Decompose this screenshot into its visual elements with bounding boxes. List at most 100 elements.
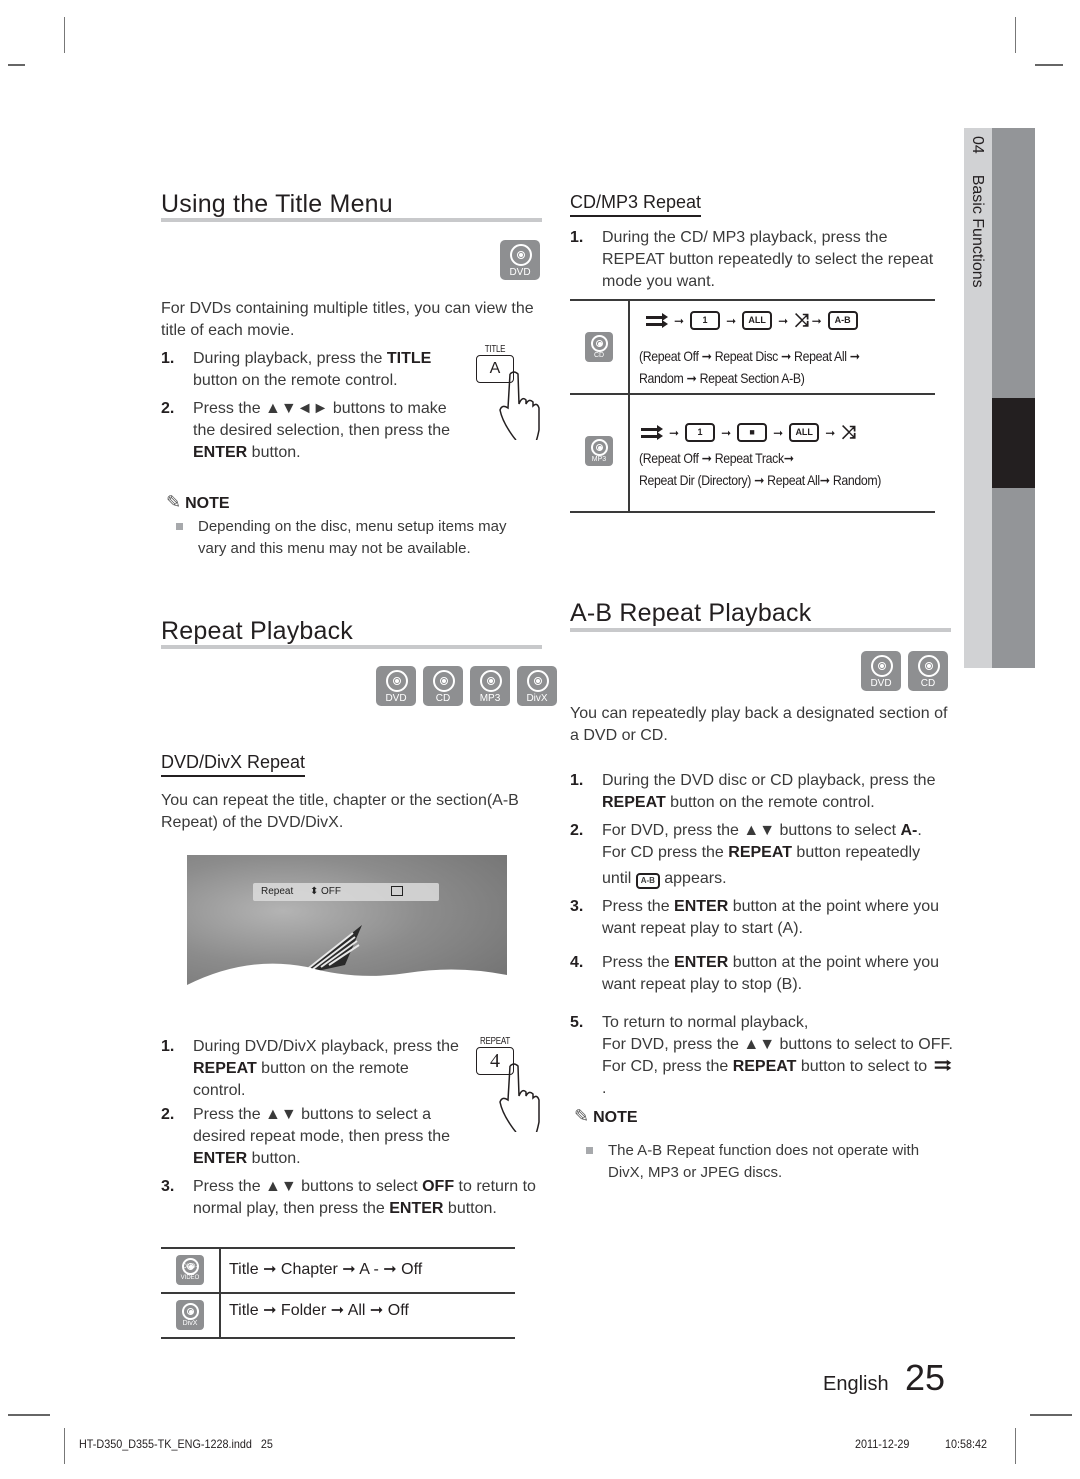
table-border	[570, 299, 935, 301]
repeat-ab-icon: A-B	[827, 311, 858, 330]
disc-badge-cd: CD	[908, 651, 948, 691]
crop-mark	[64, 1428, 65, 1464]
pencil-icon: ✎	[166, 492, 182, 512]
mp3-repeat-mode-icons: ➞ 1 ➞ ■ ➞ ALL ➞ ⤨	[641, 422, 856, 443]
disc-badge-divx: DivX	[517, 666, 557, 706]
note-heading: ✎ NOTE	[166, 492, 230, 512]
ab-step-4: 4. Press the ENTER button at the point w…	[570, 954, 940, 993]
osd-value: OFF	[321, 886, 341, 897]
cd-mode-desc-line1: (Repeat Off ➞ Repeat Disc ➞ Repeat All ➞	[639, 348, 860, 364]
disc-badge-divx: DivX	[176, 1300, 204, 1330]
section-rule	[161, 218, 542, 222]
print-date: 2011-12-29	[855, 1437, 910, 1451]
repeat-sequence-divx: Title ➞ Folder ➞ All ➞ Off	[229, 1302, 409, 1319]
disc-badge-mp3: MP3	[585, 436, 613, 466]
disc-badge-dvd: DVD	[861, 651, 901, 691]
cd-repeat-mode-icons: ➞ 1 ➞ ALL ➞ ⤨ ➞ A-B	[646, 310, 858, 331]
disc-badge-dvd: DVD	[376, 666, 416, 706]
chapter-number: 04	[969, 136, 986, 154]
crop-mark	[1015, 17, 1016, 53]
disc-badges: DVD CD MP3 DivX	[376, 666, 557, 706]
repeat-sequence-dvd: Title ➞ Chapter ➞ A - ➞ Off	[229, 1261, 423, 1278]
crop-mark	[8, 64, 25, 66]
repeat-one-icon: 1	[690, 311, 721, 330]
bullet-icon	[176, 523, 183, 530]
pointing-hand-icon	[499, 371, 540, 440]
disc-badge-dvd-video: DVD-VIDEO	[176, 1255, 204, 1285]
chapter-title: Basic Functions	[969, 174, 986, 288]
note-heading: ✎ NOTE	[574, 1106, 638, 1126]
mp3-mode-desc-line2: Repeat Dir (Directory) ➞ Repeat All➞ Ran…	[639, 472, 882, 488]
mp3-mode-desc-line1: (Repeat Off ➞ Repeat Track➞	[639, 450, 794, 466]
ab-step-3: 3. Press the ENTER button at the point w…	[570, 898, 940, 937]
ab-repeat-intro: You can repeatedly play back a designate…	[570, 705, 948, 744]
remote-title-button-illustration: TITLE A	[476, 344, 540, 440]
subheading-dvd-divx-repeat: DVD/DivX Repeat	[161, 752, 306, 777]
tv-screen-illustration: Repeat ⬍ OFF	[187, 855, 507, 995]
table-border	[161, 1292, 515, 1294]
repeat-folder-icon: ■	[737, 423, 768, 442]
side-tab: 04 Basic Functions	[964, 128, 992, 668]
dvd-divx-step-2: 2. Press the ▲▼ buttons to select a desi…	[161, 1106, 451, 1167]
title-menu-intro: For DVDs containing multiple titles, you…	[161, 300, 534, 339]
repeat-off-icon	[934, 1059, 951, 1071]
disc-badges: DVD CD	[861, 651, 948, 691]
osd-repeat-bar: Repeat ⬍ OFF	[253, 883, 439, 901]
section-rule	[161, 645, 542, 649]
title-menu-step-1: 1. During playback, press the TITLE butt…	[161, 350, 432, 389]
dvd-divx-step-1: 1. During DVD/DivX playback, press the R…	[161, 1038, 459, 1099]
osd-label: Repeat	[261, 886, 294, 897]
table-row-divx: DivX	[176, 1300, 204, 1330]
crop-mark	[1015, 1428, 1016, 1464]
section-title-title-menu: Using the Title Menu	[161, 190, 393, 218]
note-item: Depending on the disc, menu setup items …	[176, 516, 536, 560]
table-border	[161, 1247, 515, 1249]
section-title-ab-repeat: A-B Repeat Playback	[570, 599, 812, 627]
disc-badge-dvd: DVD	[500, 240, 540, 280]
crop-mark	[1030, 1414, 1072, 1416]
print-file-name: HT-D350_D355-TK_ENG-1228.indd 25	[79, 1437, 273, 1451]
random-icon: ⤨	[841, 422, 856, 442]
subheading-cd-mp3-repeat: CD/MP3 Repeat	[570, 192, 702, 217]
ab-step-5: 5. To return to normal playback, For DVD,…	[570, 1014, 953, 1097]
repeat-off-icon	[641, 425, 663, 440]
ab-step-1: 1. During the DVD disc or CD playback, p…	[570, 772, 936, 811]
ab-step-2: 2. For DVD, press the ▲▼ buttons to sele…	[570, 822, 922, 889]
table-row-dvd-video: DVD-VIDEO	[176, 1255, 204, 1285]
crop-mark	[8, 1414, 50, 1416]
crop-mark	[1035, 64, 1063, 66]
table-border	[628, 299, 630, 511]
random-icon: ⤨	[794, 310, 809, 330]
table-border	[570, 393, 935, 395]
title-menu-step-2: 2. Press the ▲▼◄► buttons to make the de…	[161, 400, 451, 461]
enter-icon	[391, 886, 403, 896]
dvd-divx-step-3: 3. Press the ▲▼ buttons to select OFF to…	[161, 1178, 536, 1217]
side-tab-active-marker	[992, 398, 1035, 488]
repeat-one-icon: 1	[685, 423, 716, 442]
disc-badge-cd: CD	[585, 332, 613, 362]
print-time: 10:58:42	[945, 1437, 988, 1451]
repeat-ab-icon: A-B	[635, 873, 660, 889]
repeat-off-icon	[646, 313, 668, 328]
table-border	[161, 1337, 515, 1339]
crop-mark	[64, 17, 65, 53]
repeat-all-icon: ALL	[742, 311, 773, 330]
remote-repeat-button-illustration: REPEAT 4	[476, 1036, 540, 1132]
cd-mode-desc-line2: Random ➞ Repeat Section A-B)	[639, 370, 805, 386]
note-item: The A-B Repeat function does not operate…	[586, 1140, 946, 1184]
table-border	[570, 511, 935, 513]
pointing-hand-icon	[499, 1063, 540, 1132]
cd-mp3-step-1: 1. During the CD/ MP3 playback, press th…	[570, 229, 934, 290]
table-border	[219, 1247, 221, 1337]
updown-arrow-icon: ⬍	[310, 886, 319, 897]
section-title-repeat-playback: Repeat Playback	[161, 617, 354, 645]
page-language: English	[823, 1373, 889, 1395]
pencil-icon: ✎	[574, 1106, 590, 1126]
section-rule	[570, 628, 951, 632]
butterfly-image	[187, 925, 507, 995]
disc-icon	[510, 244, 532, 266]
dvd-divx-intro: You can repeat the title, chapter or the…	[161, 792, 519, 831]
page-number: 25	[905, 1357, 946, 1398]
disc-badge-cd: CD	[423, 666, 463, 706]
bullet-icon	[586, 1147, 593, 1154]
